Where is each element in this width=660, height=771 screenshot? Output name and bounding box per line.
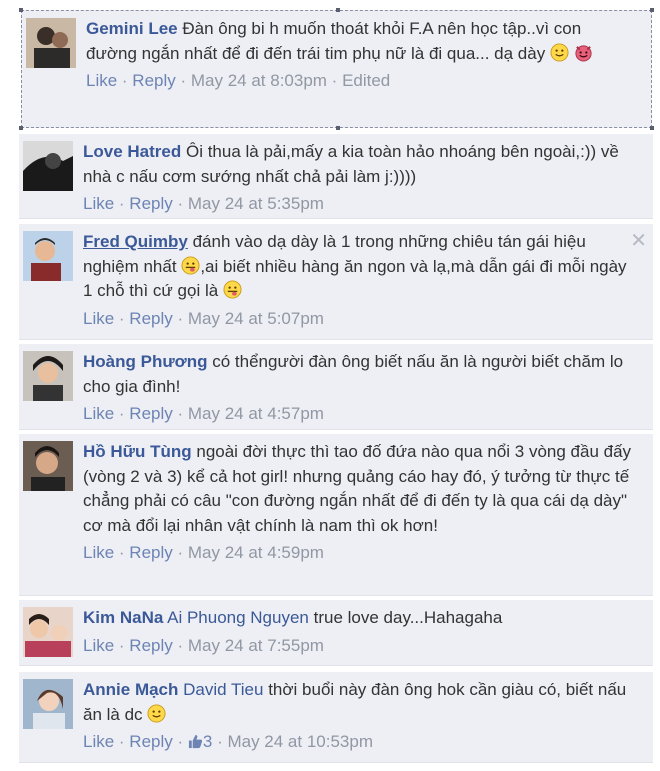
comment-author[interactable]: Love Hatred <box>83 142 181 161</box>
comment-item: Gemini Lee Đàn ông bi h muốn thoát khỏi … <box>19 8 654 130</box>
reply-link[interactable]: Reply <box>129 543 172 562</box>
comment-meta: Like · Reply · May 24 at 5:35pm <box>83 194 324 213</box>
reply-link[interactable]: Reply <box>129 194 172 213</box>
edited-label[interactable]: Edited <box>342 71 390 90</box>
comment-item: Hoàng Phương có thểngười đàn ông biết nấ… <box>19 344 653 430</box>
comment-item: Fred Quimby đánh vào dạ dày là 1 trong n… <box>19 224 653 340</box>
thumbs-up-icon[interactable] <box>188 734 203 749</box>
comment-item: Annie Mạch David Tieu thời buổi này đàn … <box>19 672 653 763</box>
avatar[interactable] <box>26 18 76 68</box>
comment-meta: Like · Reply · May 24 at 4:57pm <box>83 404 324 423</box>
tongue-emoticon <box>181 255 200 275</box>
reply-link[interactable]: Reply <box>129 404 172 423</box>
comment-author[interactable]: Annie Mạch <box>83 680 178 699</box>
like-link[interactable]: Like <box>83 309 114 328</box>
selection-handle <box>336 126 340 130</box>
like-link[interactable]: Like <box>83 194 114 213</box>
reply-link[interactable]: Reply <box>132 71 175 90</box>
timestamp[interactable]: May 24 at 10:53pm <box>227 732 373 751</box>
reply-link[interactable]: Reply <box>129 732 172 751</box>
avatar[interactable] <box>23 607 73 657</box>
smile-emoticon <box>550 42 569 62</box>
timestamp[interactable]: May 24 at 7:55pm <box>188 636 324 655</box>
comment-author[interactable]: Gemini Lee <box>86 19 178 38</box>
comment-meta: Like · Reply · May 24 at 4:59pm <box>83 543 324 562</box>
like-link[interactable]: Like <box>83 732 114 751</box>
comment-author[interactable]: Hoàng Phương <box>83 352 208 371</box>
devil-emoticon <box>574 43 593 62</box>
comment-meta: Like · Reply · 3 · May 24 at 10:53pm <box>83 732 373 751</box>
close-icon[interactable]: ✕ <box>630 228 647 253</box>
selection-handle <box>650 8 654 12</box>
comment-meta: Like · Reply · May 24 at 7:55pm <box>83 635 324 655</box>
timestamp[interactable]: May 24 at 4:59pm <box>188 543 324 562</box>
selection-handle <box>19 126 23 130</box>
comment-item: Love Hatred Ôi thua là pải,mấy a kia toà… <box>19 134 653 219</box>
timestamp[interactable]: May 24 at 5:07pm <box>188 309 324 328</box>
timestamp[interactable]: May 24 at 8:03pm <box>191 71 327 90</box>
like-link[interactable]: Like <box>83 636 114 655</box>
comment-item: Hồ Hữu Tùng ngoài đời thực thì tao đố đứ… <box>19 434 653 596</box>
like-link[interactable]: Like <box>83 404 114 423</box>
timestamp[interactable]: May 24 at 4:57pm <box>188 404 324 423</box>
avatar[interactable] <box>23 141 73 191</box>
selection-handle <box>336 8 340 12</box>
smile-emoticon <box>147 703 166 723</box>
like-count[interactable]: 3 <box>203 732 212 751</box>
comment-item: Kim NaNa Ai Phuong Nguyen true love day.… <box>19 600 653 666</box>
reply-link[interactable]: Reply <box>129 636 172 655</box>
avatar[interactable] <box>23 679 73 729</box>
selection-handle <box>19 8 23 12</box>
like-link[interactable]: Like <box>83 543 114 562</box>
tongue-emoticon <box>223 280 242 299</box>
comment-author[interactable]: Kim NaNa <box>83 608 163 627</box>
mention-link[interactable]: Ai Phuong Nguyen <box>167 608 309 627</box>
comment-meta: Like · Reply · May 24 at 8:03pm · Edited <box>86 71 391 90</box>
like-link[interactable]: Like <box>86 71 117 90</box>
comment-text: true love day...Hahagaha <box>313 608 503 627</box>
reply-link[interactable]: Reply <box>129 309 172 328</box>
avatar[interactable] <box>23 231 73 281</box>
mention-link[interactable]: David Tieu <box>183 680 263 699</box>
avatar[interactable] <box>23 441 73 491</box>
comment-meta: Like · Reply · May 24 at 5:07pm <box>83 308 324 328</box>
comment-author[interactable]: Hồ Hữu Tùng <box>83 442 192 461</box>
timestamp[interactable]: May 24 at 5:35pm <box>188 194 324 213</box>
comment-author[interactable]: Fred Quimby <box>83 232 188 251</box>
selection-handle <box>650 126 654 130</box>
avatar[interactable] <box>23 351 73 401</box>
